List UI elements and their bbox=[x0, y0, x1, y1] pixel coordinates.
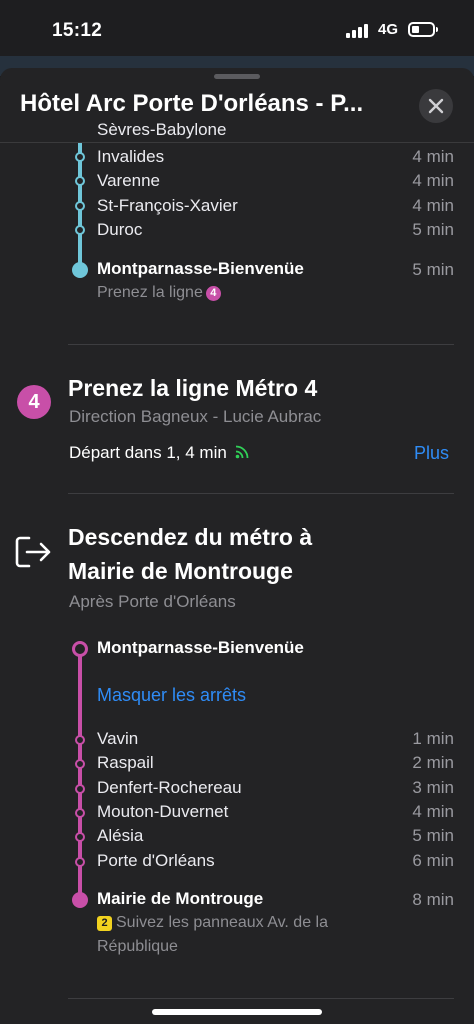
status-time: 15:12 bbox=[52, 20, 103, 41]
stop-time: 5 min bbox=[412, 220, 454, 239]
stop-time: 5 min bbox=[412, 826, 454, 845]
stop-name: Invalides bbox=[97, 147, 165, 166]
stop-dot bbox=[75, 152, 85, 162]
stop-name: Raspail bbox=[97, 753, 154, 772]
origin-stop-name: Montparnasse-Bienvenüe bbox=[97, 638, 304, 657]
exit-hint-line2: République bbox=[97, 938, 178, 955]
transfer-hint: Prenez la ligne 4 bbox=[97, 284, 221, 302]
line-4-icon: 4 bbox=[17, 385, 51, 419]
step-take-title: Prenez la ligne Métro 4 bbox=[68, 375, 318, 401]
exit-number-badge: 2 bbox=[97, 916, 112, 931]
network-type: 4G bbox=[378, 21, 399, 38]
section-divider bbox=[68, 493, 454, 494]
stop-dot bbox=[75, 857, 85, 867]
transfer-stop-dot bbox=[72, 262, 88, 278]
stop-time: 4 min bbox=[412, 147, 454, 166]
stop-dot bbox=[75, 201, 85, 211]
stop-dot bbox=[75, 784, 85, 794]
stop-name: St-François-Xavier bbox=[97, 196, 238, 215]
stop-dot bbox=[75, 225, 85, 235]
stop-name: Denfert-Rochereau bbox=[97, 778, 242, 797]
stop-dot bbox=[75, 832, 85, 842]
stop-name: Vavin bbox=[97, 729, 139, 748]
home-indicator[interactable] bbox=[152, 1009, 322, 1015]
stop-time: 4 min bbox=[412, 196, 454, 215]
more-button[interactable]: Plus bbox=[414, 443, 449, 464]
stop-time: 2 min bbox=[412, 753, 454, 772]
stop-time: 6 min bbox=[412, 851, 454, 870]
transfer-hint-text: Prenez la ligne bbox=[97, 284, 203, 301]
exit-hint-line1: 2 Suivez les panneaux Av. de la bbox=[97, 914, 328, 932]
line-4-badge: 4 bbox=[205, 286, 221, 301]
stop-time: 4 min bbox=[412, 802, 454, 821]
stop-name: Alésia bbox=[97, 826, 144, 845]
live-signal-icon bbox=[235, 445, 248, 459]
step-exit-title-line1: Descendez du métro à bbox=[68, 524, 313, 550]
departure-info: Départ dans 1, 4 min bbox=[69, 443, 249, 463]
stop-name: Mouton-Duvernet bbox=[97, 802, 229, 821]
stop-name: Duroc bbox=[97, 220, 143, 239]
exit-icon bbox=[15, 536, 51, 568]
destination-stop-dot bbox=[72, 892, 88, 908]
exit-hint-text: Suivez les panneaux Av. de la bbox=[116, 914, 328, 931]
section-divider bbox=[68, 344, 454, 345]
cellular-signal-icon bbox=[346, 24, 372, 38]
stop-dot bbox=[75, 759, 85, 769]
stop-dot bbox=[75, 808, 85, 818]
stop-time: 1 min bbox=[412, 729, 454, 748]
stop-time: 4 min bbox=[412, 171, 454, 190]
transfer-stop-name: Montparnasse-Bienvenüe bbox=[97, 259, 304, 278]
destination-stop-name: Mairie de Montrouge bbox=[97, 889, 264, 908]
step-exit-after: Après Porte d'Orléans bbox=[69, 592, 236, 611]
battery-icon bbox=[408, 22, 438, 37]
transfer-stop-time: 5 min bbox=[412, 260, 454, 279]
step-exit-title-line2: Mairie de Montrouge bbox=[68, 558, 293, 584]
step-take-direction: Direction Bagneux - Lucie Aubrac bbox=[69, 407, 322, 426]
hide-stops-link[interactable]: Masquer les arrêts bbox=[97, 685, 246, 706]
stop-dot bbox=[75, 176, 85, 186]
status-bar: 15:12 4G bbox=[0, 0, 474, 62]
departure-text: Départ dans 1, 4 min bbox=[69, 443, 227, 462]
stop-name: Porte d'Orléans bbox=[97, 851, 215, 870]
origin-stop-ring bbox=[72, 641, 88, 657]
stop-dot bbox=[75, 735, 85, 745]
stop-time: 3 min bbox=[412, 778, 454, 797]
section-divider bbox=[68, 998, 454, 999]
directions-sheet: Hôtel Arc Porte D'orléans - P... Sèvres-… bbox=[0, 68, 474, 1024]
destination-stop-time: 8 min bbox=[412, 890, 454, 909]
stop-name: Varenne bbox=[97, 171, 161, 190]
